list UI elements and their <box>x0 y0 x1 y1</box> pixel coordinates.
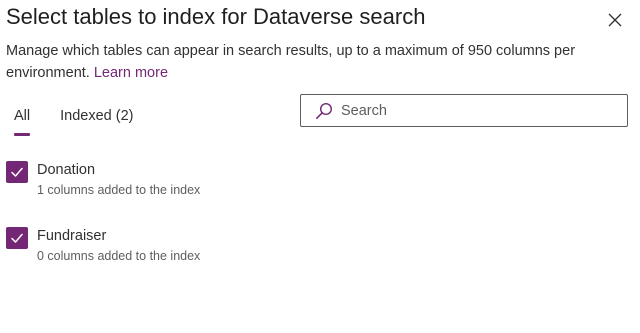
donation-checkbox[interactable] <box>6 161 28 183</box>
tab-indexed[interactable]: Indexed (2) <box>60 108 133 136</box>
fundraiser-checkbox[interactable] <box>6 227 28 249</box>
description-text: Manage which tables can appear in search… <box>6 43 576 81</box>
table-columns-count: 0 columns added to the index <box>37 249 201 263</box>
search-icon <box>315 102 333 120</box>
tab-bar: All Indexed (2) <box>14 108 133 136</box>
close-button[interactable] <box>604 9 626 31</box>
search-box[interactable] <box>300 94 628 127</box>
checkmark-icon <box>11 233 23 243</box>
tab-all[interactable]: All <box>14 108 31 136</box>
table-columns-count: 1 columns added to the index <box>37 183 201 197</box>
dialog-description: Manage which tables can appear in search… <box>6 40 618 84</box>
table-name: Fundraiser <box>37 228 107 244</box>
dialog-title: Select tables to index for Dataverse sea… <box>6 4 426 29</box>
table-name: Donation <box>37 162 96 178</box>
search-input[interactable] <box>341 102 611 119</box>
close-icon <box>608 13 622 27</box>
checkmark-icon <box>11 167 23 177</box>
learn-more-link[interactable]: Learn more <box>94 65 168 81</box>
